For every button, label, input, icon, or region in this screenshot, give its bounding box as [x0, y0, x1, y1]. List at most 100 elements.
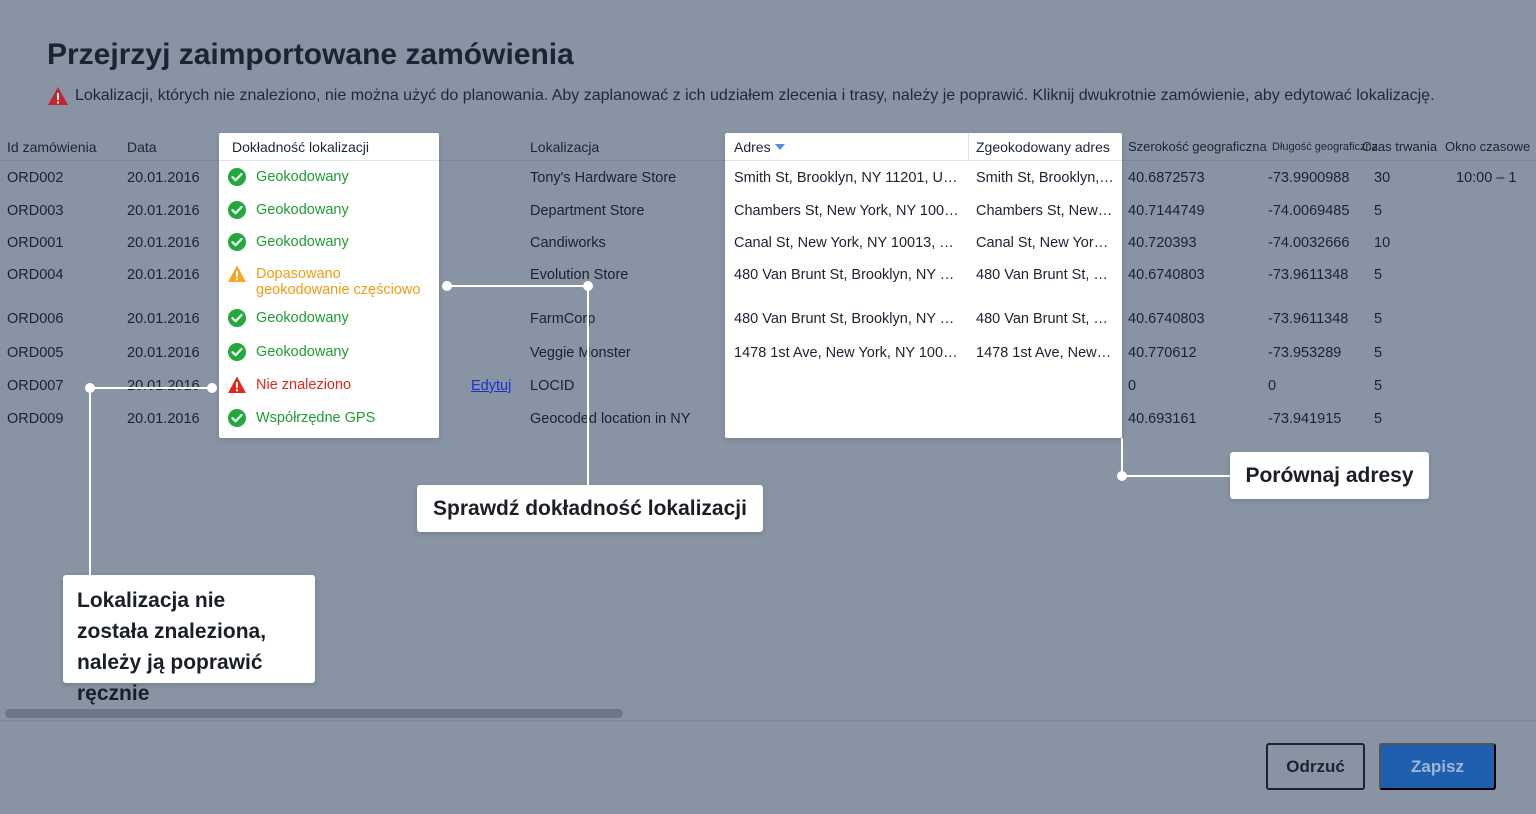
- warning-icon: [48, 87, 68, 105]
- warning-triangle-icon: [227, 264, 247, 284]
- cell-order-id: ORD005: [7, 345, 64, 361]
- horizontal-scrollbar-thumb[interactable]: [5, 709, 623, 718]
- cell-longitude: -73.9900988: [1268, 170, 1350, 186]
- column-header-address[interactable]: Adres: [734, 139, 785, 155]
- save-button[interactable]: Zapisz: [1379, 743, 1496, 790]
- cell-date: 20.01.2016: [127, 267, 200, 283]
- cell-geocoded-address: 480 Van Brunt St, Brooklyn, NY 11231, US…: [976, 267, 1114, 283]
- cell-order-id: ORD007: [7, 378, 64, 394]
- check-circle-icon: [227, 200, 247, 220]
- cell-latitude: 40.693161: [1128, 411, 1197, 427]
- address-comparison-columns: Adres Zgeokodowany adres Smith St, Brook…: [725, 133, 1122, 438]
- column-header-geocoded-address[interactable]: Zgeokodowany adres: [976, 139, 1110, 155]
- cell-time-window: 10:00 – 1: [1456, 170, 1517, 186]
- discard-button[interactable]: Odrzuć: [1266, 743, 1365, 790]
- accuracy-cell: Geokodowany: [227, 200, 436, 220]
- cell-duration: 5: [1374, 345, 1383, 361]
- callout-check-accuracy: Sprawdź dokładność lokalizacji: [417, 485, 763, 532]
- column-header-time-window[interactable]: Okno czasowe: [1445, 139, 1530, 154]
- cell-duration: 5: [1374, 378, 1383, 394]
- accuracy-cell: Dopasowano geokodowanie częściowo: [227, 264, 436, 298]
- cell-latitude: 40.720393: [1128, 235, 1197, 251]
- cell-date: 20.01.2016: [127, 203, 200, 219]
- cell-longitude: -74.0069485: [1268, 203, 1350, 219]
- cell-date: 20.01.2016: [127, 235, 200, 251]
- cell-longitude: 0: [1268, 378, 1277, 394]
- cell-location: Evolution Store: [530, 267, 629, 283]
- cell-duration: 30: [1374, 170, 1391, 186]
- cell-latitude: 40.6740803: [1128, 311, 1205, 327]
- cell-address: Smith St, Brooklyn, NY 11201, USA: [734, 170, 959, 186]
- cell-date: 20.01.2016: [127, 170, 200, 186]
- warning-text: Lokalizacji, których nie znaleziono, nie…: [75, 87, 1435, 104]
- cell-geocoded-address: Canal St, New York, NY 10013, USA: [976, 235, 1114, 251]
- callout-compare-addresses: Porównaj adresy: [1230, 452, 1429, 499]
- cell-duration: 10: [1374, 235, 1391, 251]
- cell-order-id: ORD001: [7, 235, 64, 251]
- cell-geocoded-address: Chambers St, New York, NY 10007, USA: [976, 203, 1114, 219]
- accuracy-status-text: Geokodowany: [256, 310, 349, 326]
- cell-location: LOCID: [530, 378, 575, 394]
- check-circle-icon: [227, 232, 247, 252]
- cell-order-id: ORD009: [7, 411, 64, 427]
- accuracy-status-text: Dopasowano geokodowanie częściowo: [256, 266, 421, 298]
- accuracy-status-text: Współrzędne GPS: [256, 410, 376, 426]
- cell-duration: 5: [1374, 267, 1383, 283]
- cell-longitude: -73.9611348: [1268, 267, 1349, 283]
- accuracy-status-text: Geokodowany: [256, 169, 349, 185]
- cell-order-id: ORD004: [7, 267, 64, 283]
- cell-longitude: -73.941915: [1268, 411, 1342, 427]
- cell-location: Candiworks: [530, 235, 606, 251]
- column-header-location[interactable]: Lokalizacja: [530, 139, 599, 155]
- cell-location: FarmCorp: [530, 311, 596, 327]
- check-circle-icon: [227, 167, 247, 187]
- cell-latitude: 40.6872573: [1128, 170, 1205, 186]
- cell-address: 480 Van Brunt St, Brooklyn, NY 11231, US…: [734, 267, 959, 283]
- cell-address: 1478 1st Ave, New York, NY 10075, USA: [734, 345, 959, 361]
- cell-latitude: 40.6740803: [1128, 267, 1205, 283]
- cell-date: 20.01.2016: [127, 411, 200, 427]
- accuracy-status-text: Nie znaleziono: [256, 377, 352, 393]
- location-accuracy-column: Dokładność lokalizacji Geokodowany Geokod…: [219, 133, 439, 438]
- cell-location: Geocoded location in NY: [530, 411, 691, 427]
- header-divider: [725, 160, 1122, 161]
- cell-address: Chambers St, New York, NY 10007, USA: [734, 203, 959, 219]
- cell-latitude: 40.7144749: [1128, 203, 1205, 219]
- cell-date: 20.01.2016: [127, 311, 200, 327]
- cell-duration: 5: [1374, 203, 1383, 219]
- check-circle-icon: [227, 308, 247, 328]
- dialog-title: Przejrzyj zaimportowane zamówienia: [47, 38, 574, 71]
- alert-triangle-icon: [227, 375, 247, 395]
- edit-location-link[interactable]: Edytuj: [471, 378, 511, 394]
- cell-geocoded-address: Smith St, Brooklyn, NY 11201, USA: [976, 170, 1114, 186]
- cell-longitude: -74.0032666: [1268, 235, 1350, 251]
- column-header-order-id[interactable]: Id zamówienia: [7, 139, 97, 155]
- cell-geocoded-address: 480 Van Brunt St, Brooklyn, NY 11231, US…: [976, 311, 1114, 327]
- cell-date: 20.01.2016: [127, 345, 200, 361]
- cell-duration: 5: [1374, 411, 1383, 427]
- callout-location-not-found: Lokalizacja nie została znaleziona, nale…: [63, 575, 315, 705]
- cell-order-id: ORD002: [7, 170, 64, 186]
- cell-date: 20.01.2016: [127, 378, 200, 394]
- cell-address: Canal St, New York, NY 10013, USA: [734, 235, 959, 251]
- review-imported-orders-dialog: Przejrzyj zaimportowane zamówienia Lokal…: [0, 0, 1536, 814]
- cell-latitude: 40.770612: [1128, 345, 1197, 361]
- cell-longitude: -73.953289: [1268, 345, 1342, 361]
- check-circle-icon: [227, 408, 247, 428]
- column-header-latitude[interactable]: Szerokość geograficzna: [1128, 139, 1267, 154]
- accuracy-cell: Geokodowany: [227, 342, 436, 362]
- horizontal-scrollbar-track[interactable]: [0, 720, 1536, 722]
- cell-location: Tony's Hardware Store: [530, 170, 677, 186]
- cell-location: Veggie Monster: [530, 345, 631, 361]
- column-header-date[interactable]: Data: [127, 139, 157, 155]
- sort-down-icon[interactable]: [774, 144, 785, 150]
- column-header-duration[interactable]: Czas trwania: [1362, 139, 1437, 154]
- cell-address: 480 Van Brunt St, Brooklyn, NY 11231, US…: [734, 311, 959, 327]
- cell-order-id: ORD006: [7, 311, 64, 327]
- accuracy-cell: Geokodowany: [227, 308, 436, 328]
- accuracy-status-text: Geokodowany: [256, 202, 349, 218]
- column-divider: [968, 133, 969, 160]
- column-header-accuracy[interactable]: Dokładność lokalizacji: [232, 139, 369, 155]
- cell-duration: 5: [1374, 311, 1383, 327]
- accuracy-cell: Geokodowany: [227, 167, 436, 187]
